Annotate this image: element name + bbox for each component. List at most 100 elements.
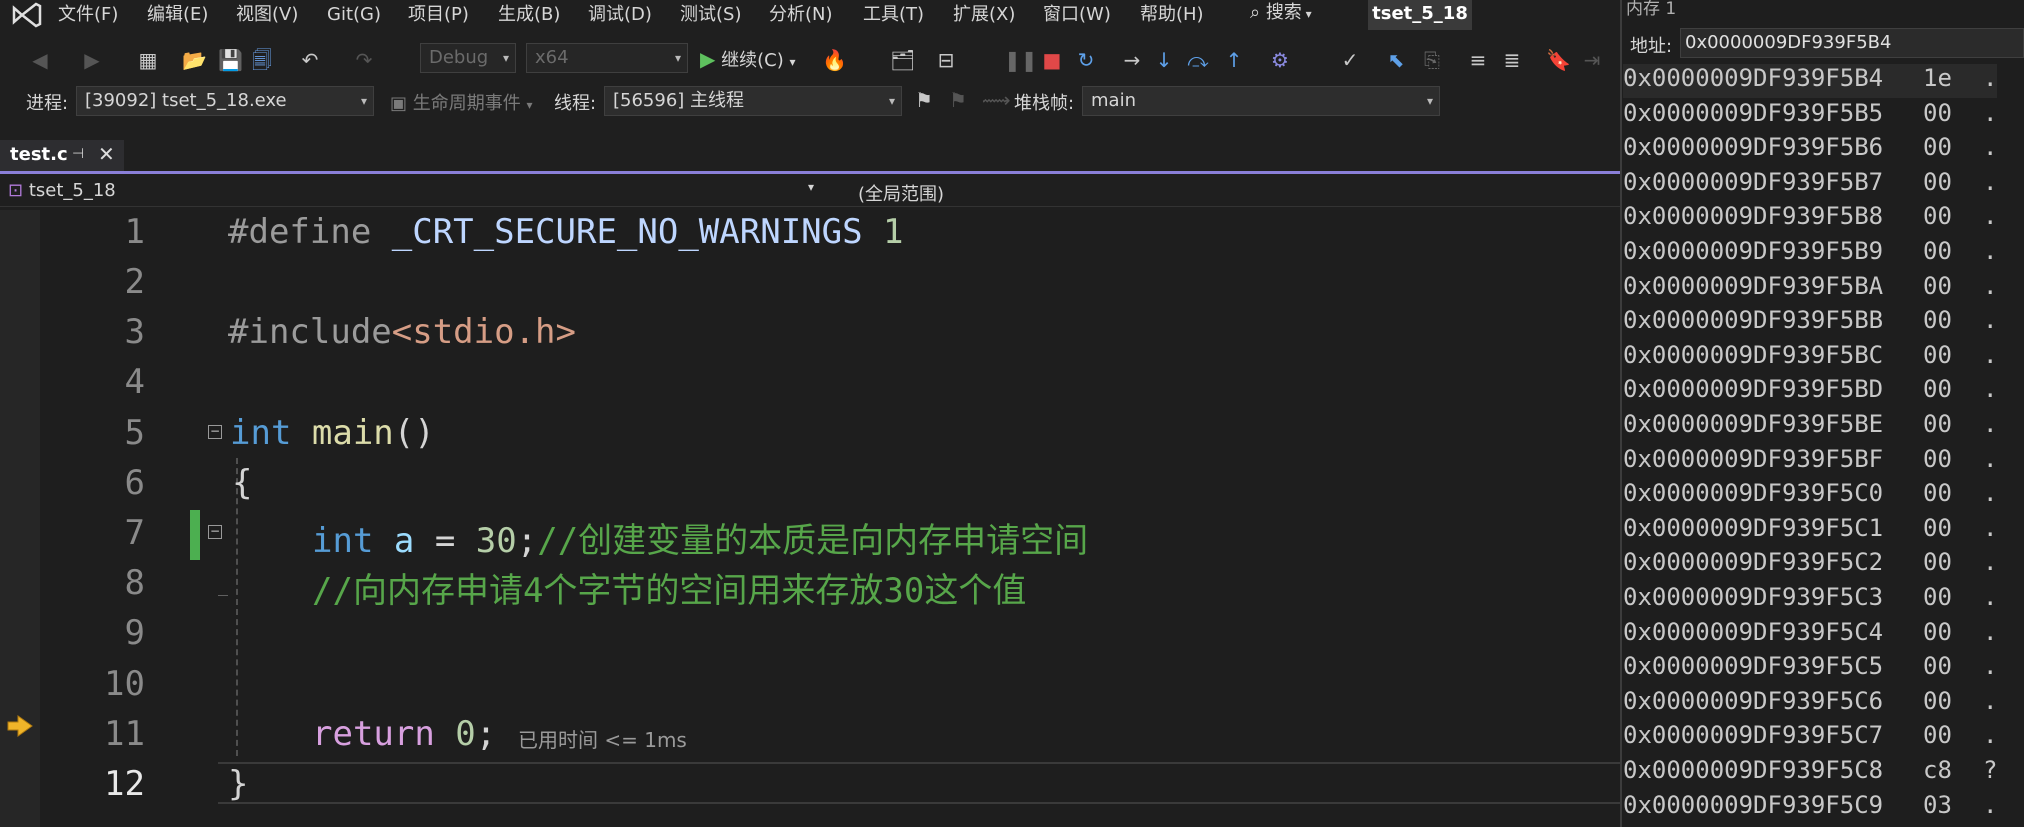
save-all-icon[interactable]: 🗐 bbox=[250, 48, 274, 72]
memory-row[interactable]: 0x0000009DF939F5B5 00. bbox=[1623, 99, 1997, 133]
memory-byte-value[interactable]: 00 bbox=[1923, 618, 1983, 646]
memory-row[interactable]: 0x0000009DF939F5B4 1e. bbox=[1623, 64, 1998, 98]
memory-byte-value[interactable]: 00 bbox=[1923, 375, 1983, 403]
layout-icon[interactable]: ⊟ bbox=[934, 48, 958, 72]
menu-view[interactable]: 视图(V) bbox=[236, 2, 298, 28]
memory-row[interactable]: 0x0000009DF939F5BB 00. bbox=[1623, 306, 1997, 340]
hot-reload-icon[interactable]: 🔥 bbox=[822, 48, 847, 72]
stack-frame-select[interactable]: main ▾ bbox=[1082, 86, 1440, 116]
menu-test[interactable]: 测试(S) bbox=[680, 2, 741, 28]
scope-select[interactable]: (全局范围) bbox=[858, 180, 944, 206]
memory-row[interactable]: 0x0000009DF939F5C3 00. bbox=[1623, 583, 1997, 617]
solution-config-select[interactable]: Debug ▾ bbox=[420, 43, 516, 73]
memory-byte-value[interactable]: 00 bbox=[1923, 237, 1983, 265]
memory-byte-value[interactable]: 00 bbox=[1923, 652, 1983, 680]
menu-help[interactable]: 帮助(H) bbox=[1140, 2, 1204, 28]
stop-icon[interactable]: ■ bbox=[1040, 48, 1064, 72]
open-folder-icon[interactable]: 📂 bbox=[182, 48, 207, 72]
memory-row[interactable]: 0x0000009DF939F5BE 00. bbox=[1623, 410, 1997, 444]
menu-extensions[interactable]: 扩展(X) bbox=[953, 2, 1015, 28]
step-into-icon[interactable]: ↓ bbox=[1152, 48, 1176, 72]
memory-row[interactable]: 0x0000009DF939F5B6 00. bbox=[1623, 133, 1997, 167]
copy-icon[interactable]: ⎘ bbox=[1420, 48, 1444, 72]
memory-row[interactable]: 0x0000009DF939F5C0 00. bbox=[1623, 479, 1997, 513]
menu-git[interactable]: Git(G) bbox=[327, 2, 381, 28]
memory-row[interactable]: 0x0000009DF939F5C5 00. bbox=[1623, 652, 1997, 686]
memory-row[interactable]: 0x0000009DF939F5C9 03. bbox=[1623, 791, 1997, 825]
step-out-icon[interactable]: ↑ bbox=[1222, 48, 1246, 72]
step-over-icon[interactable]: ⤼ bbox=[1186, 48, 1210, 72]
memory-row[interactable]: 0x0000009DF939F5BD 00. bbox=[1623, 375, 1997, 409]
select-element-icon[interactable]: ⬉ bbox=[1384, 48, 1408, 72]
close-icon[interactable]: ✕ bbox=[98, 142, 115, 166]
navigate-forward-icon[interactable]: ▶ bbox=[80, 48, 104, 72]
memory-byte-value[interactable]: 00 bbox=[1923, 410, 1983, 438]
show-next-statement-icon[interactable]: → bbox=[1120, 48, 1144, 72]
menu-tools[interactable]: 工具(T) bbox=[863, 2, 924, 28]
visual-studio-logo-icon[interactable] bbox=[10, 2, 44, 28]
bookmark-next-icon[interactable]: ⇥ bbox=[1580, 48, 1604, 72]
memory-byte-value[interactable]: 03 bbox=[1923, 791, 1983, 819]
memory-byte-value[interactable]: 00 bbox=[1923, 445, 1983, 473]
project-scope-select[interactable]: ⊡ tset_5_18 ▾ bbox=[8, 180, 814, 204]
solution-name-badge[interactable]: tset_5_18 bbox=[1368, 0, 1472, 30]
memory-byte-value[interactable]: 00 bbox=[1923, 341, 1983, 369]
menu-edit[interactable]: 编辑(E) bbox=[147, 2, 208, 28]
memory-byte-value[interactable]: 00 bbox=[1923, 133, 1983, 161]
memory-byte-value[interactable]: 1e bbox=[1923, 64, 1983, 92]
memory-byte-value[interactable]: 00 bbox=[1923, 168, 1983, 196]
memory-byte-value[interactable]: 00 bbox=[1923, 721, 1983, 749]
memory-row[interactable]: 0x0000009DF939F5BF 00. bbox=[1623, 445, 1997, 479]
flag-all-threads-icon[interactable]: ⚑ bbox=[946, 88, 970, 112]
memory-byte-value[interactable]: 00 bbox=[1923, 583, 1983, 611]
memory-byte-value[interactable]: 00 bbox=[1923, 202, 1983, 230]
memory-byte-value[interactable]: 00 bbox=[1923, 272, 1983, 300]
diagnostic-tools-icon[interactable]: ⚙ bbox=[1268, 48, 1292, 72]
menu-window[interactable]: 窗口(W) bbox=[1043, 2, 1111, 28]
undo-icon[interactable]: ↶ bbox=[298, 48, 322, 72]
menu-analyze[interactable]: 分析(N) bbox=[769, 2, 833, 28]
memory-row[interactable]: 0x0000009DF939F5B9 00. bbox=[1623, 237, 1997, 271]
memory-row[interactable]: 0x0000009DF939F5C8 c8? bbox=[1623, 756, 1997, 790]
memory-byte-value[interactable]: 00 bbox=[1923, 479, 1983, 507]
address-input[interactable]: 0x0000009DF939F5B4 bbox=[1680, 28, 2024, 58]
new-project-icon[interactable]: ▦ bbox=[136, 48, 160, 72]
memory-byte-value[interactable]: 00 bbox=[1923, 99, 1983, 127]
memory-byte-value[interactable]: c8 bbox=[1923, 756, 1983, 784]
process-select[interactable]: [39092] tset_5_18.exe ▾ bbox=[76, 86, 374, 116]
memory-row[interactable]: 0x0000009DF939F5BC 00. bbox=[1623, 341, 1997, 375]
flag-thread-icon[interactable]: ⚑ bbox=[912, 88, 936, 112]
memory-byte-value[interactable]: 00 bbox=[1923, 514, 1983, 542]
spell-check-icon[interactable]: ✓ bbox=[1338, 48, 1362, 72]
navigate-back-icon[interactable]: ◀ bbox=[28, 48, 52, 72]
memory-row[interactable]: 0x0000009DF939F5B7 00. bbox=[1623, 168, 1997, 202]
restart-icon[interactable]: ↻ bbox=[1074, 48, 1098, 72]
bookmark-icon[interactable]: 🔖 bbox=[1546, 48, 1571, 72]
browse-files-icon[interactable]: 🗂 bbox=[890, 48, 915, 72]
save-icon[interactable]: 💾 bbox=[218, 48, 243, 72]
continue-button[interactable]: ▶ 继续(C) ▾ bbox=[700, 45, 796, 73]
collapse-icon[interactable]: − bbox=[208, 525, 222, 539]
menu-project[interactable]: 项目(P) bbox=[408, 2, 469, 28]
menu-build[interactable]: 生成(B) bbox=[498, 2, 560, 28]
search-button[interactable]: ⌕ 搜索 ▾ bbox=[1250, 0, 1312, 28]
indent-icon[interactable]: ≡ bbox=[1466, 48, 1490, 72]
redo-icon[interactable]: ↷ bbox=[352, 48, 376, 72]
memory-byte-value[interactable]: 00 bbox=[1923, 306, 1983, 334]
memory-row[interactable]: 0x0000009DF939F5C1 00. bbox=[1623, 514, 1997, 548]
show-threads-icon[interactable]: ⟿ bbox=[982, 88, 1011, 112]
memory-row[interactable]: 0x0000009DF939F5BA 00. bbox=[1623, 272, 1997, 306]
perf-tip[interactable]: 已用时间 <= 1ms bbox=[518, 724, 687, 753]
collapse-icon[interactable]: − bbox=[208, 425, 222, 439]
pin-icon[interactable]: ⊣ bbox=[72, 146, 84, 162]
memory-row[interactable]: 0x0000009DF939F5C4 00. bbox=[1623, 618, 1997, 652]
lifecycle-events-button[interactable]: ▣ 生命周期事件 ▾ bbox=[390, 89, 533, 115]
outdent-icon[interactable]: ≣ bbox=[1500, 48, 1524, 72]
thread-select[interactable]: [56596] 主线程 ▾ bbox=[604, 86, 902, 116]
memory-row[interactable]: 0x0000009DF939F5C2 00. bbox=[1623, 548, 1997, 582]
memory-row[interactable]: 0x0000009DF939F5C7 00. bbox=[1623, 721, 1997, 755]
memory-row[interactable]: 0x0000009DF939F5B8 00. bbox=[1623, 202, 1997, 236]
pause-icon[interactable]: ❚❚ bbox=[1004, 48, 1038, 72]
memory-row[interactable]: 0x0000009DF939F5C6 00. bbox=[1623, 687, 1997, 721]
memory-byte-value[interactable]: 00 bbox=[1923, 687, 1983, 715]
